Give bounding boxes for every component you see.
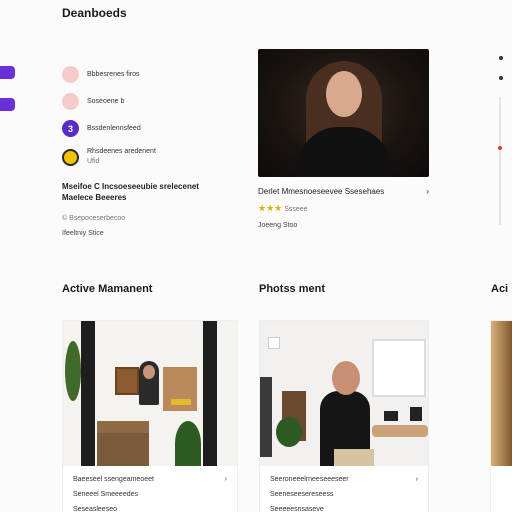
post-subtitle: Maelece Beeeres bbox=[62, 193, 127, 202]
avatar bbox=[62, 148, 79, 166]
feed-item-text: Soseoene b bbox=[87, 97, 125, 105]
app-title: Deanboeds bbox=[62, 6, 127, 20]
feed-item[interactable]: Rhsdeenes aredenent Ufid bbox=[62, 147, 237, 167]
featured-card[interactable]: Derlet Mmesnoeseevee Ssesehaes › ★★★ Sss… bbox=[258, 49, 429, 229]
feed-item-subtext: Ufid bbox=[87, 158, 100, 165]
activity-feed: Bbbesrenes firos Soseoene b 3 Bssdenlenn… bbox=[62, 66, 237, 237]
chevron-right-icon[interactable]: › bbox=[416, 472, 418, 487]
featured-photo[interactable] bbox=[258, 49, 429, 177]
avatar bbox=[62, 66, 79, 83]
star-icon: ★ bbox=[258, 203, 267, 213]
sidebar-tab-2[interactable] bbox=[0, 98, 15, 111]
card-subtitle: Seeneseesereseess bbox=[270, 491, 334, 498]
card-photo[interactable] bbox=[63, 321, 237, 466]
post-title[interactable]: Mseifoe C Incsoeseeubie srelecenet bbox=[62, 181, 237, 192]
chevron-right-icon[interactable]: › bbox=[426, 187, 429, 196]
star-icon: ★ bbox=[274, 203, 283, 213]
avatar: 3 bbox=[62, 120, 79, 137]
scrollbar[interactable] bbox=[499, 97, 501, 225]
feed-item-text: Rhsdeenes aredenent bbox=[87, 148, 156, 155]
featured-caption: Derlet Mmesnoeseevee Ssesehaes bbox=[258, 187, 385, 196]
card-photo[interactable] bbox=[260, 321, 428, 466]
post-tag[interactable]: Ifeeltniy Stice bbox=[62, 230, 237, 237]
card-title: Baeeseel ssengeameoeet bbox=[73, 476, 154, 483]
photo-card[interactable]: Seeroneeelrneeseeeseer › Seeneseeseresees… bbox=[259, 320, 429, 512]
feed-item-text: Bbbesrenes firos bbox=[87, 70, 140, 78]
photo-card[interactable]: Baeeseel ssengeameoeet › Seneeel Smeeeede… bbox=[62, 320, 238, 512]
card-meta: Seeeeesnsaseve bbox=[270, 506, 324, 512]
post-meta: © Bsepoceserbecoo bbox=[62, 215, 126, 222]
section-title-partial: Aci bbox=[491, 283, 509, 295]
photo-card[interactable] bbox=[490, 320, 512, 512]
indicator-dot bbox=[499, 76, 503, 80]
feed-item[interactable]: 3 Bssdenlennsfeed bbox=[62, 120, 237, 137]
rating: ★★★ Ssseee bbox=[258, 203, 429, 214]
featured-tag[interactable]: Joeeng Stoo bbox=[258, 222, 429, 229]
feed-item-text: Bssdenlennsfeed bbox=[87, 124, 141, 132]
card-photo[interactable] bbox=[491, 321, 512, 466]
card-title: Seeroneeelrneeseeeseer bbox=[270, 476, 349, 483]
card-meta: Seseasleeseo bbox=[73, 506, 117, 512]
indicator-dot bbox=[498, 146, 502, 150]
chevron-right-icon[interactable]: › bbox=[225, 472, 227, 487]
feed-item[interactable]: Soseoene b bbox=[62, 93, 237, 110]
section-title-photos: Photss ment bbox=[259, 283, 326, 295]
section-title-active: Active Mamanent bbox=[62, 283, 153, 295]
rating-text: Ssseee bbox=[284, 206, 308, 213]
feed-item[interactable]: Bbbesrenes firos bbox=[62, 66, 237, 83]
card-subtitle: Seneeel Smeeeedes bbox=[73, 491, 138, 498]
indicator-dot bbox=[499, 56, 503, 60]
sidebar-tab-1[interactable] bbox=[0, 66, 15, 79]
star-icon: ★ bbox=[266, 203, 275, 213]
avatar bbox=[62, 93, 79, 110]
